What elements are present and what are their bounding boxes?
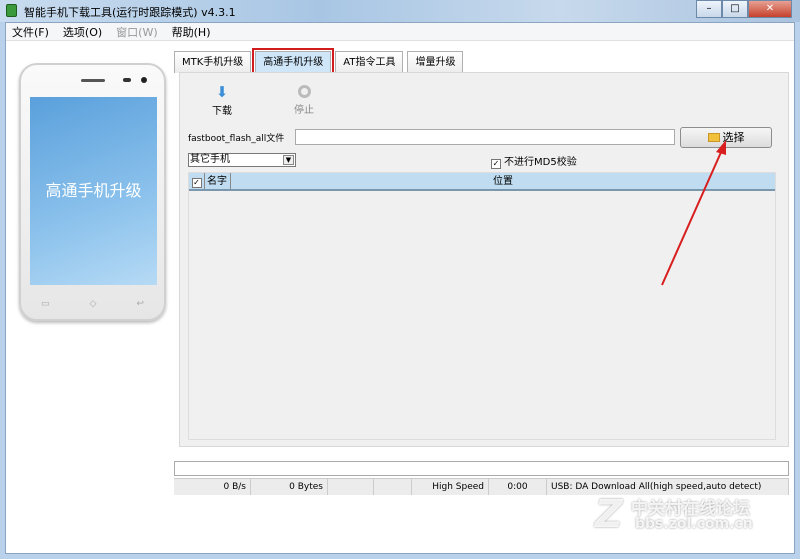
- stop-icon: [297, 85, 311, 98]
- tab-mtk[interactable]: MTK手机升级: [174, 51, 252, 73]
- folder-icon: [707, 133, 720, 142]
- column-name[interactable]: 名字: [205, 173, 231, 189]
- status-time: 0:00: [489, 479, 547, 495]
- tab-qualcomm[interactable]: 高通手机升级: [252, 48, 335, 76]
- main-window: 文件(F) 选项(O) 窗口(W) 帮助(H) 高通手机升级 ▭ ◇ ↩ MTK…: [5, 22, 795, 554]
- download-button[interactable]: ⬇ 下载: [212, 84, 232, 117]
- table-header: ✓ 名字 位置: [189, 173, 775, 191]
- tab-bar: MTK手机升级 高通手机升级 AT指令工具 增量升级: [174, 48, 464, 76]
- download-arrow-icon: ⬇: [215, 83, 229, 101]
- md5-label: 不进行MD5校验: [504, 157, 577, 168]
- menu-options[interactable]: 选项(O): [63, 24, 102, 40]
- menu-bar: 文件(F) 选项(O) 窗口(W) 帮助(H): [6, 23, 794, 41]
- menu-key-icon: ▭: [41, 299, 50, 309]
- tab-incremental[interactable]: 增量升级: [407, 51, 464, 73]
- menu-help[interactable]: 帮助(H): [172, 24, 211, 40]
- menu-file[interactable]: 文件(F): [12, 24, 49, 40]
- checkbox-icon: ✓: [191, 178, 202, 188]
- sensor: [123, 78, 131, 82]
- file-table: ✓ 名字 位置: [188, 172, 776, 440]
- file-label: fastboot_flash_all文件: [188, 134, 285, 144]
- stop-label: 停止: [294, 105, 314, 116]
- qualcomm-panel: ⬇ 下载 停止 fastboot_flash_all文件 选择 其它手机 ▼ ✓ 不…: [179, 72, 789, 447]
- back-key-icon: ↩: [136, 299, 144, 309]
- close-button[interactable]: ✕: [748, 0, 792, 18]
- select-all-checkbox[interactable]: ✓: [189, 173, 205, 189]
- tab-at-command[interactable]: AT指令工具: [335, 51, 404, 73]
- file-path-input[interactable]: [295, 129, 675, 145]
- choose-file-button[interactable]: 选择: [680, 127, 772, 148]
- title-bar: 智能手机下载工具(运行时跟踪模式) v4.3.1 – □ ✕: [0, 0, 800, 22]
- status-bytes: 0 Bytes: [251, 479, 328, 495]
- stop-button[interactable]: 停止: [294, 84, 314, 116]
- status-usb-mode: USB: DA Download All(high speed,auto det…: [547, 479, 789, 495]
- phone-type-value: 其它手机: [190, 154, 230, 165]
- camera: [141, 77, 147, 83]
- column-location[interactable]: 位置: [231, 173, 775, 189]
- minimize-button[interactable]: –: [696, 0, 722, 18]
- zol-logo: Z: [595, 492, 623, 536]
- md5-checkbox[interactable]: ✓ 不进行MD5校验: [491, 153, 577, 169]
- chevron-down-icon: ▼: [283, 155, 294, 165]
- menu-window[interactable]: 窗口(W): [116, 24, 157, 40]
- window-title: 智能手机下载工具(运行时跟踪模式) v4.3.1: [24, 6, 236, 19]
- progress-bar: [174, 461, 789, 476]
- status-empty-1: [328, 479, 374, 495]
- phone-type-select[interactable]: 其它手机 ▼: [188, 153, 296, 167]
- maximize-button[interactable]: □: [722, 0, 748, 18]
- home-key-icon: ◇: [89, 299, 97, 309]
- phone-illustration: 高通手机升级 ▭ ◇ ↩: [19, 63, 166, 321]
- watermark-url: bbs.zol.com.cn: [635, 516, 753, 532]
- phone-screen-text: 高通手机升级: [30, 97, 157, 285]
- status-speed: 0 B/s: [174, 479, 251, 495]
- speaker: [81, 79, 105, 82]
- status-empty-2: [374, 479, 412, 495]
- status-usb-speed: High Speed: [412, 479, 489, 495]
- app-icon: [6, 4, 17, 17]
- download-label: 下载: [212, 106, 232, 117]
- choose-label: 选择: [722, 131, 745, 144]
- status-bar: 0 B/s 0 Bytes High Speed 0:00 USB: DA Do…: [174, 478, 789, 495]
- checkbox-icon: ✓: [491, 159, 501, 169]
